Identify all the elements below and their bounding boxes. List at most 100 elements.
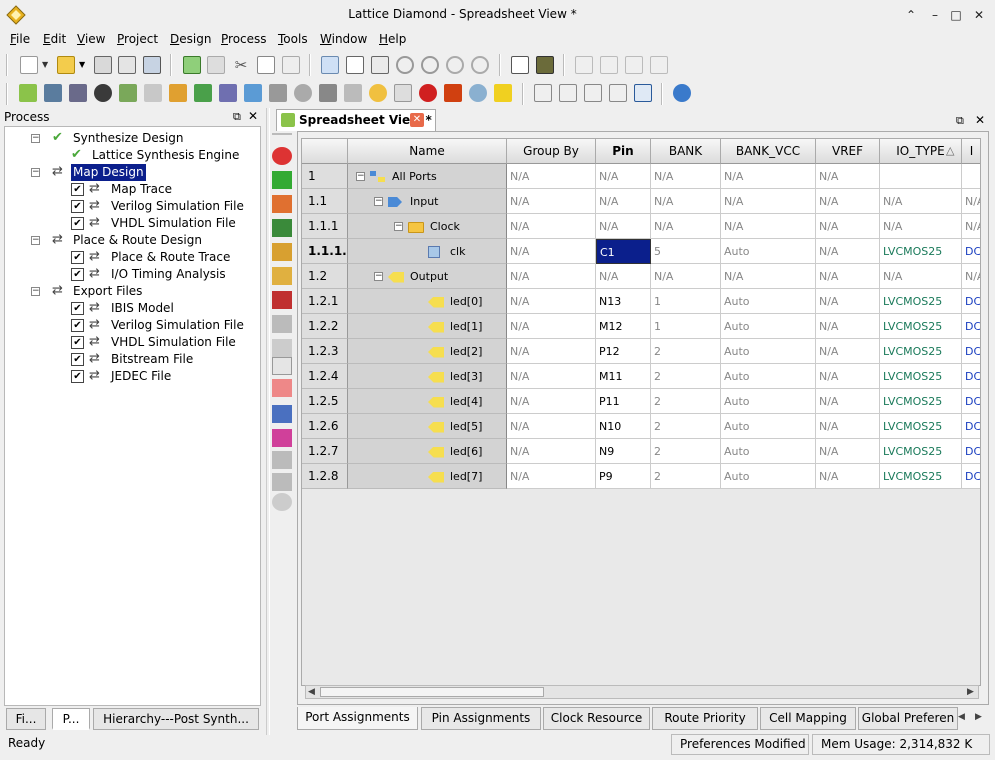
checkbox[interactable]: ✔ bbox=[71, 302, 84, 315]
cell-i[interactable]: N/A bbox=[962, 264, 980, 289]
swirl-icon[interactable] bbox=[419, 84, 437, 102]
ipexpress-icon[interactable] bbox=[244, 84, 262, 102]
cell-vref[interactable]: N/A bbox=[816, 189, 880, 214]
port-name-cell[interactable]: − Input bbox=[348, 189, 507, 214]
cell-bank[interactable]: N/A bbox=[651, 264, 721, 289]
zoom-out-icon[interactable] bbox=[421, 56, 439, 74]
edit-icon[interactable] bbox=[272, 429, 292, 447]
close-tab-icon[interactable]: ✕ bbox=[410, 113, 424, 127]
process-item-bitstream-file[interactable]: ✔ ⇄ Bitstream File bbox=[5, 351, 255, 368]
cell-bank-vcc[interactable]: N/A bbox=[721, 164, 816, 189]
epic-icon[interactable] bbox=[444, 84, 462, 102]
cell-bank[interactable]: 2 bbox=[651, 464, 721, 489]
clear-icon[interactable] bbox=[272, 147, 292, 165]
process-item-map-design[interactable]: − ⇄ Map Design bbox=[5, 164, 255, 181]
floorplan-icon[interactable] bbox=[119, 84, 137, 102]
power-icon[interactable] bbox=[194, 84, 212, 102]
rerun-icon[interactable] bbox=[625, 56, 643, 74]
layout-right-icon[interactable] bbox=[584, 84, 602, 102]
cell-i[interactable]: DC bbox=[962, 239, 980, 264]
cell-group-by[interactable]: N/A bbox=[507, 389, 596, 414]
cell-group-by[interactable]: N/A bbox=[507, 189, 596, 214]
scrollbar-thumb[interactable] bbox=[320, 687, 544, 697]
save-icon[interactable] bbox=[94, 56, 112, 74]
cell-pin[interactable]: N13 bbox=[596, 289, 651, 314]
zoom-fit-icon[interactable] bbox=[446, 56, 464, 74]
port-name-cell[interactable]: led[5] bbox=[348, 414, 507, 439]
new-file-icon[interactable] bbox=[20, 56, 38, 74]
refresh-icon[interactable] bbox=[272, 493, 292, 511]
left-tab-1[interactable]: P... bbox=[52, 708, 90, 730]
collapse-icon[interactable]: − bbox=[31, 287, 40, 296]
spreadsheet-view-icon[interactable] bbox=[19, 84, 37, 102]
cell-bank-vcc[interactable]: Auto bbox=[721, 439, 816, 464]
cell-group-by[interactable]: N/A bbox=[507, 364, 596, 389]
globe-icon[interactable] bbox=[673, 84, 691, 102]
cell-pin[interactable]: M12 bbox=[596, 314, 651, 339]
cell-group-by[interactable]: N/A bbox=[507, 414, 596, 439]
deploy-icon[interactable] bbox=[494, 84, 512, 102]
cell-i[interactable]: DC bbox=[962, 289, 980, 314]
layout-split-icon[interactable] bbox=[559, 84, 577, 102]
checkbox[interactable]: ✔ bbox=[71, 251, 84, 264]
process-item-jedec-file[interactable]: ✔ ⇄ JEDEC File bbox=[5, 368, 255, 385]
cell-vref[interactable]: N/A bbox=[816, 289, 880, 314]
cell-vref[interactable]: N/A bbox=[816, 314, 880, 339]
checkbox[interactable]: ✔ bbox=[71, 217, 84, 230]
cell-io-type[interactable]: LVCMOS25 bbox=[880, 289, 962, 314]
port-name-cell[interactable]: led[7] bbox=[348, 464, 507, 489]
port-name-cell[interactable]: − Output bbox=[348, 264, 507, 289]
menu-project[interactable]: Project bbox=[117, 32, 158, 46]
cell-bank-vcc[interactable]: Auto bbox=[721, 414, 816, 439]
list-icon[interactable] bbox=[344, 84, 362, 102]
cell-i[interactable]: DC bbox=[962, 439, 980, 464]
collapse-icon[interactable]: − bbox=[374, 272, 383, 281]
tab-cell-mapping[interactable]: Cell Mapping bbox=[760, 707, 856, 730]
row-header[interactable]: 1.2.5 bbox=[302, 389, 348, 414]
cell-group-by[interactable]: N/A bbox=[507, 289, 596, 314]
menu-process[interactable]: Process bbox=[221, 32, 267, 46]
cell-bank-vcc[interactable]: Auto bbox=[721, 289, 816, 314]
close-panel-icon[interactable]: ✕ bbox=[248, 109, 258, 123]
cell-io-type[interactable]: LVCMOS25 bbox=[880, 389, 962, 414]
collapse-icon[interactable]: − bbox=[374, 197, 383, 206]
cell-bank[interactable]: 2 bbox=[651, 414, 721, 439]
row-header[interactable]: 1.1 bbox=[302, 189, 348, 214]
tab-route-priority[interactable]: Route Priority bbox=[652, 707, 758, 730]
collapse-icon[interactable]: − bbox=[31, 168, 40, 177]
minimize-icon[interactable]: – bbox=[926, 6, 944, 24]
cell-bank[interactable]: 2 bbox=[651, 364, 721, 389]
column-header-name[interactable]: Name bbox=[348, 139, 507, 164]
window-collapse-icon[interactable]: ⌃ bbox=[902, 6, 920, 24]
cell-group-by[interactable]: N/A bbox=[507, 264, 596, 289]
horizontal-scrollbar[interactable]: ◀ ▶ bbox=[305, 685, 979, 699]
cell-i[interactable]: DC bbox=[962, 464, 980, 489]
cell-pin[interactable]: N/A bbox=[596, 264, 651, 289]
cell-bank[interactable]: N/A bbox=[651, 189, 721, 214]
export-icon[interactable] bbox=[183, 56, 201, 74]
cell-io-type[interactable]: LVCMOS25 bbox=[880, 464, 962, 489]
port-name-cell[interactable]: − All Ports bbox=[348, 164, 507, 189]
column-header-group-by[interactable]: Group By bbox=[507, 139, 596, 164]
process-item-export-files[interactable]: − ⇄ Export Files bbox=[5, 283, 255, 300]
cell-io-type[interactable] bbox=[880, 164, 962, 189]
package-view-icon[interactable] bbox=[44, 84, 62, 102]
cell-bank-vcc[interactable]: Auto bbox=[721, 364, 816, 389]
process-item-verilog-simulation-file[interactable]: ✔ ⇄ Verilog Simulation File bbox=[5, 198, 255, 215]
cell-bank-vcc[interactable]: Auto bbox=[721, 389, 816, 414]
checkbox[interactable]: ✔ bbox=[71, 336, 84, 349]
cell-pin[interactable]: N10 bbox=[596, 414, 651, 439]
tab-spreadsheet-view[interactable]: Spreadsheet View * ✕ bbox=[276, 109, 436, 131]
cell-group-by[interactable]: N/A bbox=[507, 439, 596, 464]
process-item-ibis-model[interactable]: ✔ ⇄ IBIS Model bbox=[5, 300, 255, 317]
cell-vref[interactable]: N/A bbox=[816, 464, 880, 489]
menu-tools[interactable]: Tools bbox=[278, 32, 308, 46]
checkbox[interactable]: ✔ bbox=[71, 370, 84, 383]
cell-i[interactable]: DC bbox=[962, 314, 980, 339]
cell-i[interactable]: DC bbox=[962, 414, 980, 439]
menu-window[interactable]: Window bbox=[320, 32, 367, 46]
close-icon[interactable]: ✕ bbox=[970, 6, 988, 24]
tab-scroll-right-icon[interactable]: ▶ bbox=[975, 712, 982, 722]
row-header[interactable]: 1.2.6 bbox=[302, 414, 348, 439]
row-header[interactable]: 1.2.2 bbox=[302, 314, 348, 339]
